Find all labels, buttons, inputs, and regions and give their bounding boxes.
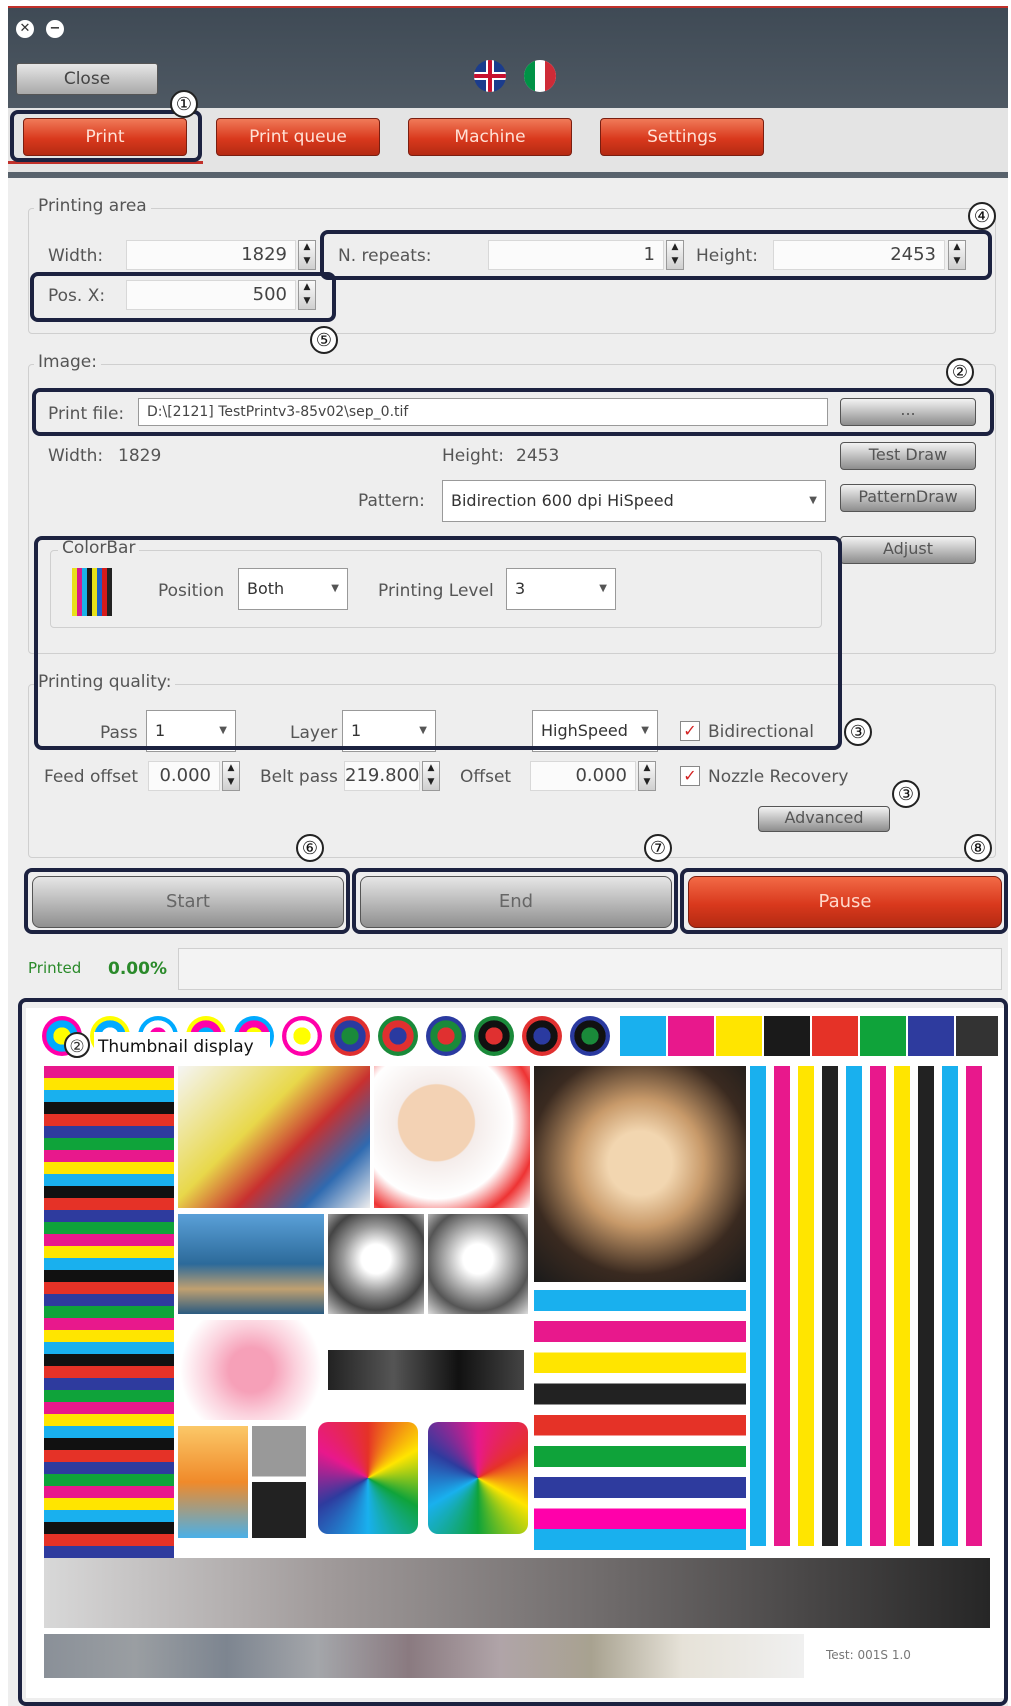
callout-4: ④ xyxy=(968,202,996,230)
image-height-label: Height: xyxy=(442,446,504,466)
image-width-label: Width: xyxy=(48,446,104,466)
advanced-button[interactable]: Advanced xyxy=(758,806,890,832)
feed-offset-field[interactable]: 0.000 xyxy=(148,761,220,791)
callout-frame-posx xyxy=(30,272,336,322)
close-button[interactable]: Close xyxy=(16,63,158,95)
pattern-label: Pattern: xyxy=(358,491,425,511)
italy-flag-icon[interactable] xyxy=(524,60,556,92)
tab-machine[interactable]: Machine xyxy=(408,118,572,156)
callout-8: ⑧ xyxy=(964,834,992,862)
callout-frame-tabs xyxy=(10,110,202,162)
test-draw-button[interactable]: Test Draw xyxy=(840,442,976,470)
callout-frame-end xyxy=(352,868,678,934)
tab-print-queue[interactable]: Print queue xyxy=(216,118,380,156)
nozzle-recovery-checkbox[interactable]: ✓ xyxy=(680,766,700,786)
nozzle-recovery-label: Nozzle Recovery xyxy=(708,767,849,787)
callout-7: ⑦ xyxy=(644,834,672,862)
width-field[interactable]: 1829 xyxy=(126,240,296,270)
offset-spinner[interactable]: ▲ ▼ xyxy=(638,761,656,791)
image-title: Image: xyxy=(34,352,101,372)
callout-frame-pause xyxy=(680,868,1008,934)
close-window-icon[interactable]: ✕ xyxy=(16,20,34,38)
belt-pass-label: Belt pass xyxy=(260,767,338,787)
adjust-button[interactable]: Adjust xyxy=(840,536,976,564)
feed-offset-spinner[interactable]: ▲ ▼ xyxy=(222,761,240,791)
image-height-value: 2453 xyxy=(516,446,560,466)
app-window: ✕ − Close Print Print queue Machine Sett… xyxy=(8,6,1008,1706)
callout-frame-print-file xyxy=(32,388,994,436)
callout-1: ① xyxy=(170,90,198,118)
callout-frame-thumbnail xyxy=(18,998,1008,1706)
tab-settings[interactable]: Settings xyxy=(600,118,764,156)
progress-bar xyxy=(178,948,1002,990)
width-label: Width: xyxy=(48,246,104,266)
width-spinner[interactable]: ▲ ▼ xyxy=(298,240,316,270)
offset-label: Offset xyxy=(460,767,512,787)
printing-area-title: Printing area xyxy=(34,196,151,216)
callout-frame-colorbar-quality xyxy=(34,536,842,750)
callout-3a: ③ xyxy=(844,718,872,746)
printed-percent: 0.00% xyxy=(108,959,167,979)
callout-3b: ③ xyxy=(892,780,920,808)
callout-frame-repeats-height xyxy=(320,230,992,280)
feed-offset-label: Feed offset xyxy=(44,767,139,787)
callout-frame-start xyxy=(24,868,350,934)
minimize-window-icon[interactable]: − xyxy=(46,20,64,38)
callout-2: ② xyxy=(946,358,974,386)
printed-label: Printed xyxy=(28,959,82,977)
pattern-draw-button[interactable]: PatternDraw xyxy=(840,484,976,512)
belt-pass-field[interactable]: 219.800 xyxy=(344,761,420,791)
belt-pass-spinner[interactable]: ▲ ▼ xyxy=(422,761,440,791)
callout-6: ⑥ xyxy=(296,834,324,862)
uk-flag-icon[interactable] xyxy=(474,60,506,92)
image-width-value: 1829 xyxy=(118,446,162,466)
offset-field[interactable]: 0.000 xyxy=(530,761,636,791)
pattern-select[interactable]: Bidirection 600 dpi HiSpeed ▼ xyxy=(442,480,826,522)
callout-5: ⑤ xyxy=(310,326,338,354)
